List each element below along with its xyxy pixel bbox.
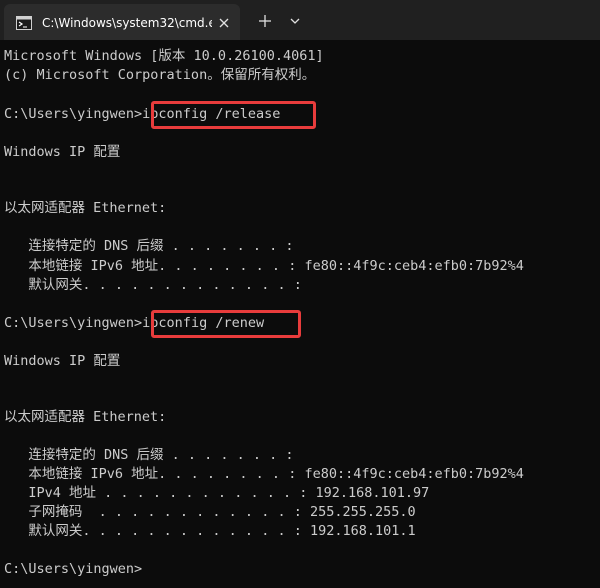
dns-suffix-line: 连接特定的 DNS 后缀 . . . . . . . : [4, 238, 294, 254]
tab-title: C:\Windows\system32\cmd.ex [42, 16, 212, 30]
tab-cmd[interactable]: C:\Windows\system32\cmd.ex [4, 4, 240, 40]
cmd-icon [16, 16, 32, 30]
ipv6-line: 本地链接 IPv6 地址. . . . . . . . : fe80::4f9c… [4, 258, 524, 274]
adapter-heading: 以太网适配器 Ethernet: [4, 200, 167, 216]
adapter-heading: 以太网适配器 Ethernet: [4, 409, 167, 425]
ip-config-title: Windows IP 配置 [4, 144, 121, 160]
gateway-line: 默认网关. . . . . . . . . . . . . : [4, 277, 302, 293]
chevron-down-icon[interactable] [288, 14, 302, 28]
final-prompt[interactable]: C:\Users\yingwen> [4, 559, 142, 579]
gateway-line: 默认网关. . . . . . . . . . . . . : 192.168.… [4, 523, 416, 539]
dns-suffix-line: 连接特定的 DNS 后缀 . . . . . . . : [4, 447, 294, 463]
terminal-window: C:\Windows\system32\cmd.ex Microsoft Win… [0, 0, 600, 588]
ipv6-line: 本地链接 IPv6 地址. . . . . . . . : fe80::4f9c… [4, 466, 524, 482]
terminal-output[interactable]: Microsoft Windows [版本 10.0.26100.4061] (… [0, 40, 600, 588]
ip-config-title: Windows IP 配置 [4, 353, 121, 369]
version-line: Microsoft Windows [版本 10.0.26100.4061] [4, 48, 324, 64]
highlight-release [151, 101, 316, 129]
prompt-text: C:\Users\yingwen> [4, 106, 143, 122]
tab-bar: C:\Windows\system32\cmd.ex [0, 0, 600, 40]
copyright-line: (c) Microsoft Corporation。保留所有权利。 [4, 67, 316, 83]
close-icon[interactable] [216, 15, 232, 31]
highlight-renew [151, 310, 301, 338]
plus-icon[interactable] [256, 12, 274, 30]
prompt-text: C:\Users\yingwen> [4, 315, 143, 331]
subnet-line: 子网掩码 . . . . . . . . . . . . : 255.255.2… [4, 504, 416, 520]
ipv4-line: IPv4 地址 . . . . . . . . . . . . : 192.16… [4, 485, 430, 501]
